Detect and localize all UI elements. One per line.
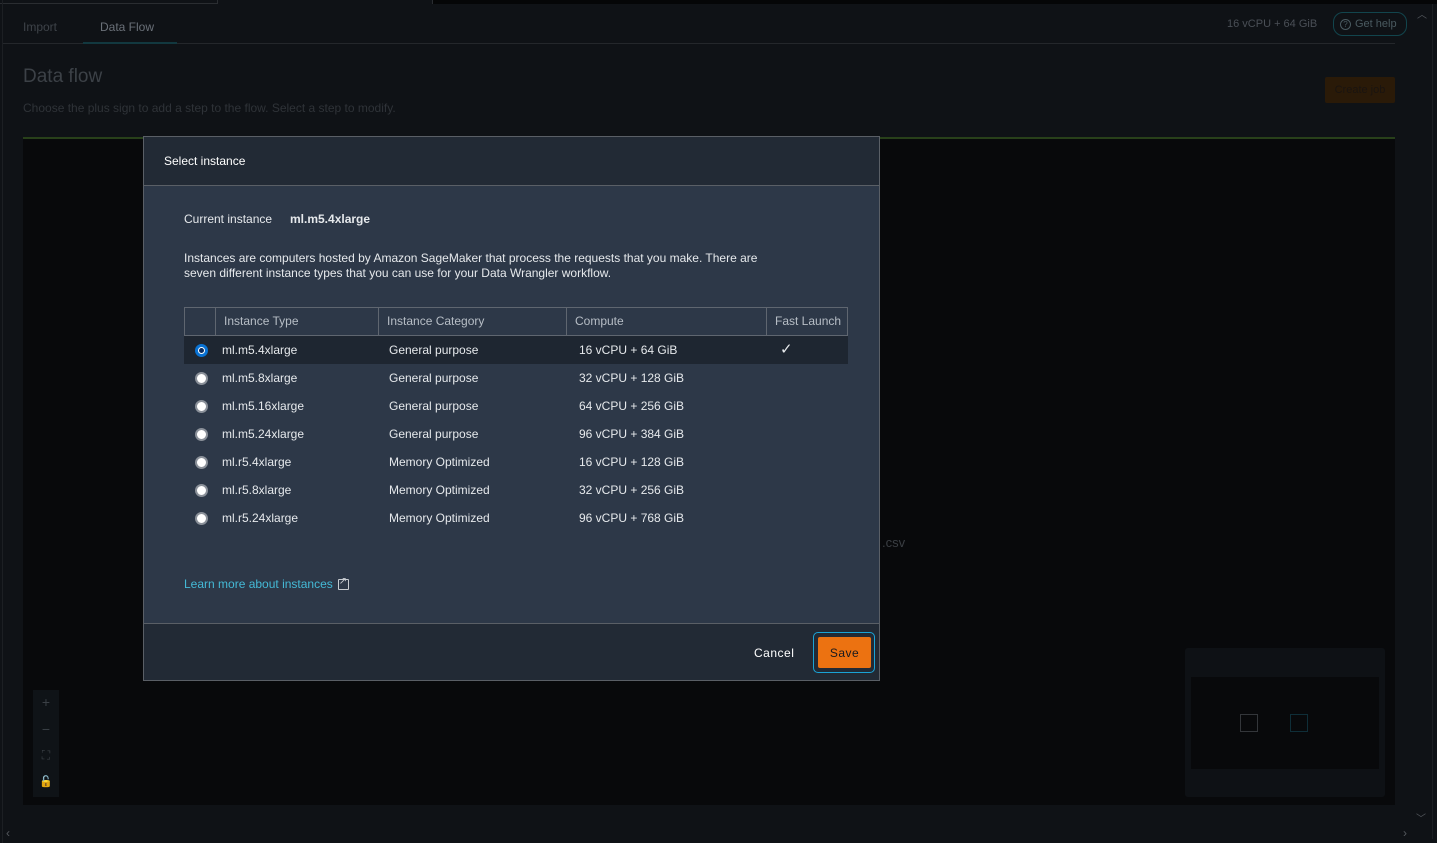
select-instance-dialog: Select instance Current instance ml.m5.4… [143,136,880,681]
help-icon: ? [1340,18,1351,30]
table-row[interactable]: ml.m5.24xlarge General purpose 96 vCPU + 3… [184,420,848,448]
tab-import[interactable]: Import [23,20,57,34]
scroll-right-icon[interactable]: › [1403,826,1407,840]
left-edge [0,0,3,843]
app-window: Import Data Flow 16 vCPU + 64 GiB ? Get … [0,0,1437,843]
instance-radio[interactable] [195,428,208,441]
tab-bar: Import Data Flow [3,4,1395,44]
zoom-in-icon[interactable]: + [33,694,59,710]
compute-cell: 16 vCPU + 64 GiB [579,343,678,357]
compute-cell: 64 vCPU + 256 GiB [579,399,685,413]
get-help-label: Get help [1355,18,1397,30]
fast-launch-check-icon: ✓ [780,341,793,358]
zoom-out-icon[interactable]: − [33,721,59,737]
dialog-description: Instances are computers hosted by Amazon… [184,251,758,280]
column-header-fast-launch: Fast Launch [766,308,848,335]
page-title: Data flow [23,66,103,87]
instance-category-cell: Memory Optimized [389,511,490,525]
instance-type-cell: ml.m5.24xlarge [222,427,305,441]
dialog-footer: Cancel Save [144,623,879,680]
learn-more-label[interactable]: Learn more about instances [184,577,333,591]
compute-cell: 96 vCPU + 768 GiB [579,511,685,525]
instance-category-cell: General purpose [389,343,479,357]
lock-icon[interactable]: 🔓 [33,775,59,788]
compute-cell: 32 vCPU + 128 GiB [579,371,685,385]
table-row[interactable]: ml.m5.8xlarge General purpose 32 vCPU + 12… [184,364,848,392]
instance-category-cell: Memory Optimized [389,455,490,469]
column-header-compute: Compute [566,308,766,335]
instance-type-cell: ml.r5.24xlarge [222,511,299,525]
scroll-down-icon[interactable]: ﹀ [1416,810,1426,825]
instance-category-cell: Memory Optimized [389,483,490,497]
dialog-title: Select instance [164,154,246,168]
table-row[interactable]: ml.r5.8xlarge Memory Optimized 32 vCPU + 2… [184,476,848,504]
get-help-button[interactable]: ? Get help [1333,12,1407,36]
create-job-button[interactable]: Create job [1325,77,1395,103]
table-row[interactable]: ml.r5.24xlarge Memory Optimized 96 vCPU + … [184,504,848,532]
save-button[interactable]: Save [818,637,871,668]
external-link-icon [337,576,349,590]
table-header: Instance Type Instance Category Compute … [184,307,848,336]
learn-more-link[interactable]: Learn more about instances [184,576,349,591]
instance-radio[interactable] [195,372,208,385]
save-button-focus-ring: Save [813,632,875,673]
compute-cell: 16 vCPU + 128 GiB [579,455,685,469]
cancel-button[interactable]: Cancel [754,646,794,660]
instance-category-cell: General purpose [389,427,479,441]
instance-table: Instance Type Instance Category Compute … [184,307,848,532]
instance-type-cell: ml.m5.4xlarge [222,343,298,357]
column-header-instance-category: Instance Category [378,308,567,335]
current-instance-value: ml.m5.4xlarge [290,212,371,226]
instance-resource-label[interactable]: 16 vCPU + 64 GiB [1227,18,1317,30]
column-header-instance-type: Instance Type [215,308,379,335]
compute-cell: 96 vCPU + 384 GiB [579,427,685,441]
fit-view-icon[interactable]: ⛶ [33,748,59,763]
instance-category-cell: General purpose [389,399,479,413]
minimap-node [1240,714,1258,732]
dialog-header: Select instance [144,137,879,186]
instance-radio[interactable] [195,512,208,525]
scroll-left-icon[interactable]: ‹ [6,826,10,840]
instance-type-cell: ml.r5.4xlarge [222,455,292,469]
instance-category-cell: General purpose [389,371,479,385]
instance-radio[interactable] [195,344,208,357]
table-row[interactable]: ml.m5.4xlarge General purpose 16 vCPU + 64… [184,336,848,364]
canvas-controls: + − ⛶ 🔓 [33,690,59,797]
table-row[interactable]: ml.r5.4xlarge Memory Optimized 16 vCPU + 1… [184,448,848,476]
instance-radio[interactable] [195,484,208,497]
instance-type-cell: ml.m5.16xlarge [222,399,305,413]
flow-node-label[interactable]: .csv [882,535,905,550]
minimap-node [1290,714,1308,732]
minimap-viewport [1191,677,1379,769]
vertical-scrollbar[interactable] [1432,4,1433,839]
page-subtitle: Choose the plus sign to add a step to th… [23,101,396,115]
instance-type-cell: ml.m5.8xlarge [222,371,298,385]
compute-cell: 32 vCPU + 256 GiB [579,483,685,497]
active-tab-indicator [83,42,177,44]
table-row[interactable]: ml.m5.16xlarge General purpose 64 vCPU + 2… [184,392,848,420]
tab-data-flow[interactable]: Data Flow [100,20,154,34]
instance-radio[interactable] [195,400,208,413]
instance-radio[interactable] [195,456,208,469]
minimap[interactable] [1185,648,1385,797]
instance-type-cell: ml.r5.8xlarge [222,483,292,497]
scroll-up-icon[interactable]: ︿ [1417,6,1427,21]
current-instance-label: Current instance [184,212,273,226]
